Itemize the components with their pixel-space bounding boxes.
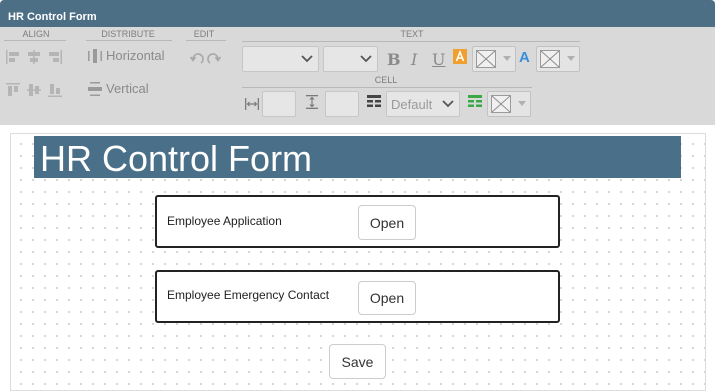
no-color-icon (476, 50, 496, 68)
cell-height-input[interactable] (325, 91, 359, 117)
form-row-panel: Employee Application Open (155, 195, 560, 248)
group-label-edit: EDIT (193, 29, 215, 39)
group-label-text: TEXT (400, 29, 424, 39)
align-middle-icon[interactable] (27, 83, 41, 97)
align-center-icon[interactable] (27, 50, 41, 64)
group-label-distribute: DISTRIBUTE (101, 29, 155, 39)
redo-icon[interactable] (207, 52, 221, 66)
group-divider (242, 87, 532, 88)
save-button[interactable]: Save (329, 344, 386, 379)
no-color-icon (540, 50, 560, 68)
chevron-down-icon (518, 101, 526, 106)
align-top-icon[interactable] (6, 83, 20, 97)
form-row-panel: Employee Emergency Contact Open (155, 270, 560, 323)
undo-icon[interactable] (190, 52, 204, 66)
group-divider (4, 40, 66, 41)
cell-width-input[interactable] (262, 91, 296, 117)
font-family-select[interactable] (242, 46, 319, 72)
distribute-horizontal-icon[interactable] (88, 49, 102, 63)
group-divider (86, 40, 172, 41)
underline-button[interactable]: U (432, 51, 445, 69)
chevron-down-icon (301, 55, 313, 63)
form-title: HR Control Form (40, 138, 313, 179)
cell-color-picker[interactable] (487, 91, 531, 117)
row-label: Employee Application (167, 214, 282, 228)
chevron-down-icon (442, 100, 454, 108)
align-left-icon[interactable] (6, 50, 20, 64)
cell-width-icon (245, 97, 259, 111)
chevron-down-icon (503, 56, 511, 61)
no-color-icon (491, 95, 511, 113)
align-right-icon[interactable] (48, 50, 62, 64)
distribute-vertical-button[interactable]: Vertical (106, 81, 149, 97)
font-size-select[interactable] (323, 46, 378, 72)
chevron-down-icon (567, 56, 575, 61)
chevron-down-icon (360, 55, 372, 63)
form-header: HR Control Form (34, 136, 681, 179)
group-divider (242, 41, 580, 42)
cell-style-value: Default (391, 97, 433, 112)
group-divider (186, 40, 226, 41)
row-label: Employee Emergency Contact (167, 288, 330, 302)
font-color-picker[interactable] (536, 46, 580, 72)
italic-button[interactable]: I (411, 51, 417, 69)
distribute-vertical-icon[interactable] (88, 82, 102, 96)
window-titlebar: HR Control Form (0, 0, 715, 27)
open-employee-application-button[interactable]: Open (358, 205, 416, 240)
cell-style-icon (367, 95, 381, 109)
cell-height-icon (305, 95, 319, 109)
cell-style-select[interactable]: Default (386, 91, 460, 117)
designer-toolbar: ALIGN DISTRIBUTE EDIT TEXT CELL Horizont… (0, 27, 715, 125)
group-label-align: ALIGN (22, 29, 50, 39)
group-label-cell: CELL (374, 75, 398, 85)
open-emergency-contact-button[interactable]: Open (358, 281, 416, 315)
distribute-horizontal-button[interactable]: Horizontal (106, 48, 165, 64)
font-color-button[interactable]: A (519, 49, 530, 67)
bold-button[interactable]: B (387, 51, 401, 69)
window-title: HR Control Form (8, 11, 97, 23)
cell-background-icon (468, 95, 482, 109)
highlight-color-picker[interactable] (472, 46, 516, 72)
highlight-color-icon[interactable] (453, 49, 467, 64)
align-bottom-icon[interactable] (48, 83, 62, 97)
